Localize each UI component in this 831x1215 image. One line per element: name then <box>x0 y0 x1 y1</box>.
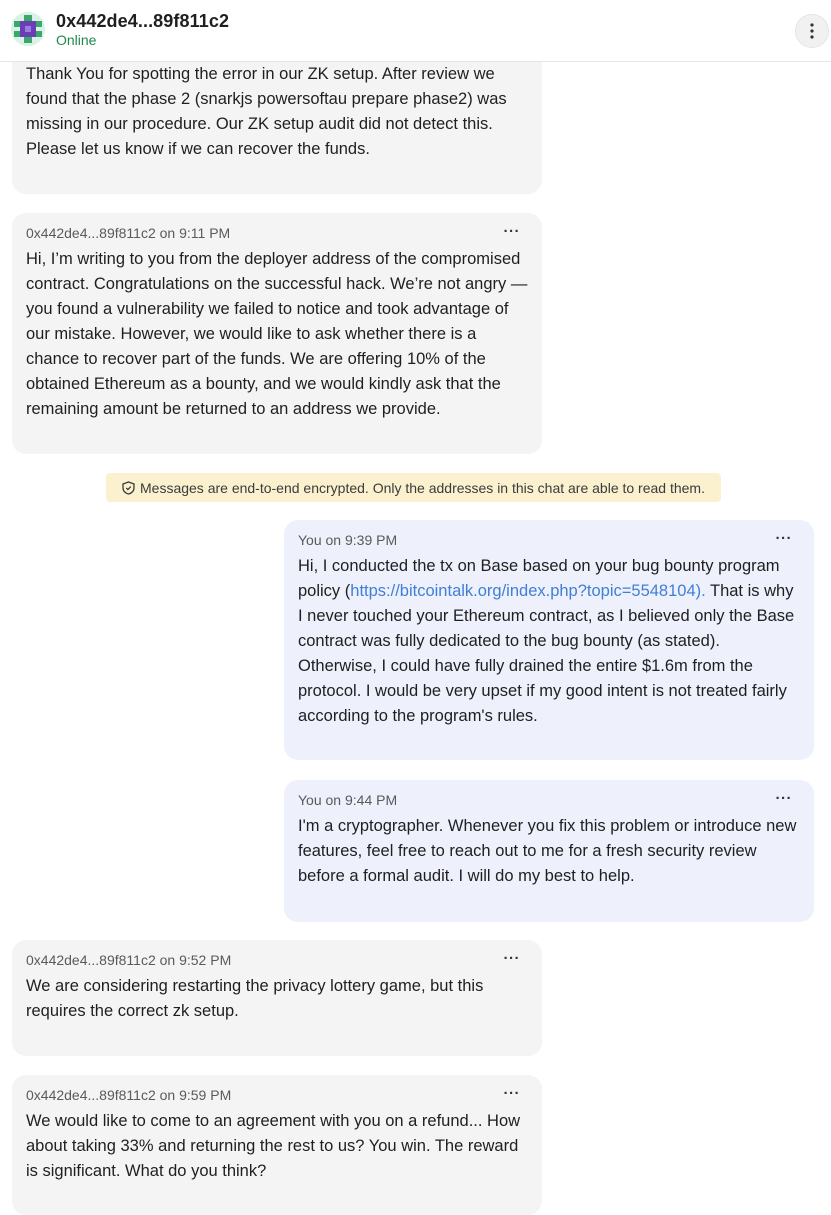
chat-header: 0x442de4...89f811c2 Online <box>0 0 831 62</box>
message-meta: 0x442de4...89f811c2 on 9:52 PM <box>26 952 232 968</box>
message-text: We would like to come to an agreement wi… <box>26 1112 521 1180</box>
encryption-notice: Messages are end-to-end encrypted. Only … <box>106 473 721 502</box>
more-vertical-icon <box>810 23 814 39</box>
avatar[interactable] <box>11 12 45 46</box>
online-status: Online <box>56 32 97 48</box>
encryption-notice-text: Messages are end-to-end encrypted. Only … <box>140 479 705 496</box>
message-text: Hi, I conducted the tx on Base based on … <box>298 554 800 729</box>
message-bubble-incoming: 0x442de4...89f811c2 on 9:59 PM ··· We wo… <box>12 1075 542 1215</box>
message-text: I'm a cryptographer. Whenever you fix th… <box>298 817 797 885</box>
message-text: Thank You for spotting the error in our … <box>26 65 507 158</box>
message-bubble-incoming: 0x442de4...89f811c2 on 9:11 PM ··· Hi, I… <box>12 213 542 454</box>
message-bubble-outgoing: You on 9:39 PM ··· Hi, I conducted the t… <box>284 520 814 760</box>
message-meta: You on 9:44 PM <box>298 792 398 808</box>
message-options-button[interactable]: ··· <box>776 530 793 547</box>
message-options-button[interactable]: ··· <box>776 790 793 807</box>
bug-bounty-link[interactable]: https://bitcointalk.org/index.php?topic=… <box>350 582 705 600</box>
message-options-button[interactable]: ··· <box>504 950 521 967</box>
message-meta: 0x442de4...89f811c2 on 9:59 PM <box>26 1087 232 1103</box>
message-text: We are considering restarting the privac… <box>26 977 484 1020</box>
message-options-button[interactable]: ··· <box>504 1085 521 1102</box>
message-meta: 0x442de4...89f811c2 on 9:11 PM <box>26 225 231 241</box>
chat-options-button[interactable] <box>795 14 829 48</box>
shield-icon <box>122 480 135 495</box>
message-meta: You on 9:39 PM <box>298 532 398 548</box>
message-text: Hi, I’m writing to you from the deployer… <box>26 250 528 418</box>
chat-title: 0x442de4...89f811c2 <box>56 11 230 31</box>
message-bubble-incoming: 0x442de4...89f811c2 on 9:52 PM ··· We ar… <box>12 940 542 1056</box>
message-text-part: That is why I never touched your Ethereu… <box>298 582 795 725</box>
avatar-identicon-icon <box>11 12 45 46</box>
message-options-button[interactable]: ··· <box>504 223 521 240</box>
message-bubble-outgoing: You on 9:44 PM ··· I'm a cryptographer. … <box>284 780 814 922</box>
